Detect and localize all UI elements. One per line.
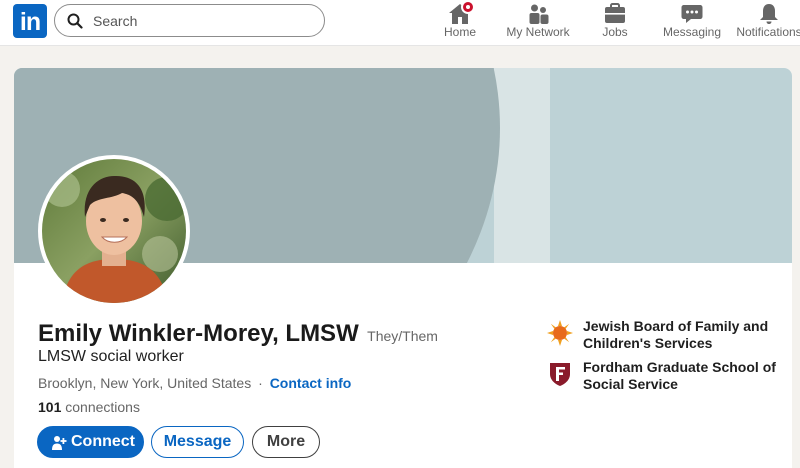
search-input[interactable] — [93, 11, 313, 31]
contact-info-link[interactable]: Contact info — [270, 375, 352, 391]
nav-notifications[interactable]: Notifications — [736, 0, 800, 46]
connections-count[interactable]: 101 connections — [38, 399, 140, 415]
connect-button[interactable]: Connect — [37, 426, 144, 458]
separator: · — [258, 375, 263, 391]
chat-bubble-icon — [681, 5, 703, 23]
fordham-shield-icon — [550, 363, 570, 386]
nav-notifications-label: Notifications — [736, 25, 800, 39]
profile-name-row: Emily Winkler-Morey, LMSW They/Them — [38, 320, 438, 348]
profile-pronouns: They/Them — [367, 328, 438, 344]
people-icon — [529, 4, 549, 24]
briefcase-icon — [605, 3, 625, 23]
profile-headline: LMSW social worker — [38, 348, 184, 365]
search-box[interactable] — [54, 4, 325, 37]
connections-label: connections — [65, 399, 140, 415]
nav-messaging-label: Messaging — [662, 25, 722, 39]
top-nav-bar: in Home My Network Jobs — [0, 0, 800, 46]
add-person-icon — [52, 436, 67, 450]
connect-label: Connect — [71, 433, 135, 450]
bell-icon — [760, 4, 778, 24]
avatar-image — [42, 159, 186, 303]
notification-badge — [461, 0, 475, 14]
sun-logo-icon — [547, 320, 573, 346]
more-button[interactable]: More — [252, 426, 320, 458]
experience-name: Fordham Graduate School of Social Servic… — [583, 359, 776, 392]
nav-messaging[interactable]: Messaging — [661, 0, 723, 46]
message-button[interactable]: Message — [151, 426, 244, 458]
profile-location-row: Brooklyn, New York, United States · Cont… — [38, 375, 351, 391]
profile-photo[interactable] — [38, 155, 190, 307]
nav-my-network[interactable]: My Network — [503, 0, 573, 46]
experience-name: Jewish Board of Family and Children's Se… — [583, 318, 769, 351]
connections-number: 101 — [38, 399, 62, 415]
profile-name: Emily Winkler-Morey, LMSW — [38, 320, 359, 347]
profile-location: Brooklyn, New York, United States — [38, 375, 252, 391]
nav-jobs-label: Jobs — [602, 25, 628, 39]
linkedin-logo[interactable]: in — [13, 4, 47, 38]
nav-my-network-label: My Network — [506, 25, 570, 39]
search-icon — [67, 13, 83, 29]
nav-home-label: Home — [443, 25, 476, 39]
banner-stripe — [494, 68, 550, 263]
nav-jobs[interactable]: Jobs — [598, 0, 632, 46]
